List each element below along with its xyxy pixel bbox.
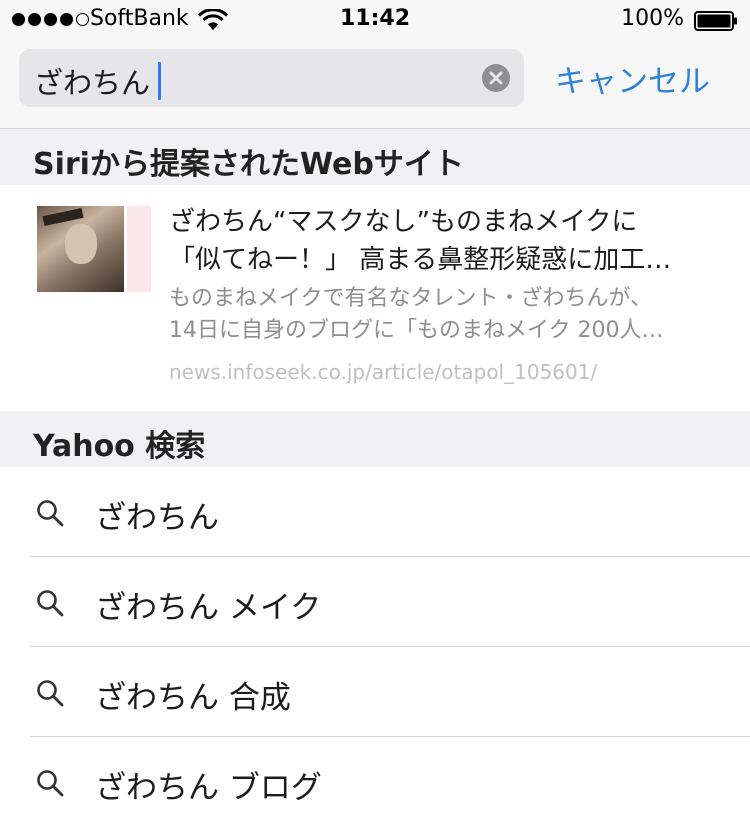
siri-suggestions-header: Siriから提案されたWebサイト [0,129,750,185]
divider [30,646,750,647]
search-suggestion[interactable]: ざわちん [0,468,750,557]
magnifier-icon [37,770,64,797]
divider [30,736,750,737]
search-suggestion[interactable]: ざわちん メイク [0,558,750,647]
section-title: Yahoo 検索 [33,429,206,464]
magnifier-icon [37,680,64,707]
cancel-button[interactable]: キャンセル [555,56,710,101]
search-header: ざわちん キャンセル [0,40,750,129]
magnifier-icon [37,590,64,617]
suggestion-text: ざわちん メイク [95,590,322,626]
divider [30,556,750,557]
clear-icon[interactable] [482,64,510,92]
search-input[interactable]: ざわちん [19,49,524,107]
section-title: Siriから提案されたWebサイト [33,147,464,182]
suggestion-text: ざわちん 合成 [95,680,291,716]
result-description: ものまねメイクで有名なタレント・ざわちんが、 14日に自身のブログに「ものまねメ… [169,286,664,343]
suggestion-text: ざわちん [95,500,219,536]
magnifier-icon [37,500,64,527]
siri-suggested-website[interactable]: ざわちん“マスクなし”ものまねメイクに 「似てねー！」 高まる鼻整形疑惑に加工…… [0,185,750,410]
status-bar: SoftBank 11:42 100% [0,0,750,40]
search-suggestion[interactable]: ざわちん ブログ [0,738,750,819]
result-url: news.infoseek.co.jp/article/otapol_10560… [169,360,598,384]
result-title: ざわちん“マスクなし”ものまねメイクに 「似てねー！」 高まる鼻整形疑惑に加工… [169,207,672,275]
search-suggestion[interactable]: ざわちん 合成 [0,648,750,737]
battery-icon [694,11,737,31]
suggestion-text: ざわちん ブログ [95,770,322,806]
safari-search-screen: SoftBank 11:42 100% ざわちん キャンセル Siriから提案さ… [0,0,750,819]
yahoo-search-header: Yahoo 検索 [0,411,750,467]
text-caret [158,62,162,100]
result-thumbnail [37,206,151,292]
battery-percentage: 100% [621,6,684,31]
search-query-text: ざわちん [34,66,151,100]
